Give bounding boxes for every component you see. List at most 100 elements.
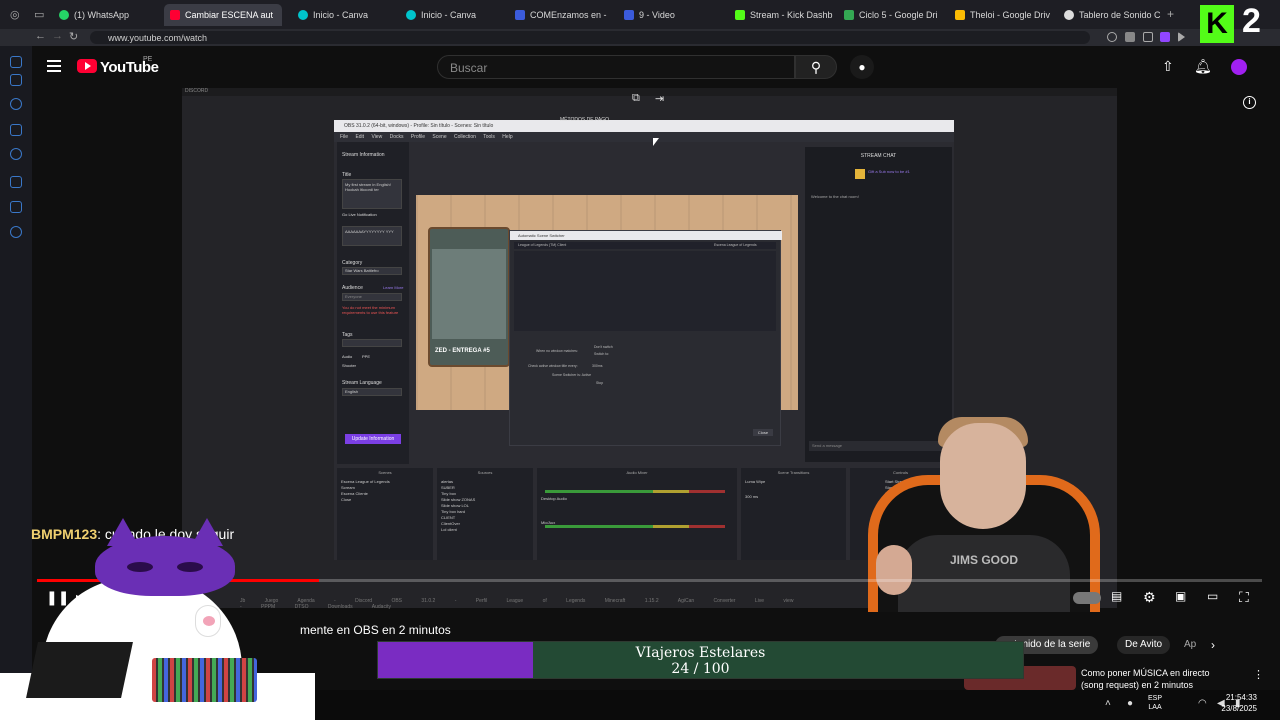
scene-item: Escena Cliente [341,491,368,496]
cat-mask [95,518,235,596]
chip-ap[interactable]: Ap [1176,636,1204,654]
drawing-tablet [26,642,133,698]
scene-switcher-dialog: Automatic Scene Switcher League of Legen… [509,230,782,446]
back-icon[interactable]: ← [35,30,46,42]
category-label: Category [342,260,363,266]
recommended-title[interactable]: Como poner MÚSICA en directo (song reque… [1081,667,1231,691]
bookmark-icon[interactable] [1125,32,1135,42]
youtube-logo-icon[interactable] [77,59,97,73]
subtitles-icon[interactable]: ▤ [1111,589,1122,603]
audience-warning: You do not meet the minimum requirements… [342,305,399,315]
tab-overview-icon[interactable]: ▭ [34,8,44,21]
forward-icon[interactable]: → [52,30,63,42]
hamburger-icon[interactable] [47,60,61,75]
source-item: Slide show ZONAS [441,497,476,502]
taskbar-item: AgiCan Converter [677,598,736,604]
canva-icon [406,10,416,20]
youtube-header: YouTube PE Buscar ⚲ ● ⇧ 🔔︎ [32,46,1280,88]
cat-paw [195,605,221,637]
zed-art [432,249,506,339]
gift-icon [855,169,865,179]
cat-eye [177,562,203,572]
taskbar-item: Downloads [327,604,353,610]
tab-label: Ciclo 5 - Google Dri [859,10,938,20]
scenes-dock: Scenes Escena League of Legends Scream E… [337,468,433,560]
audience-label: Audience [342,285,363,291]
tab-kick-dashboard[interactable]: Stream - Kick Dashb [729,4,835,26]
dock-header: Audio Mixer [626,470,648,475]
tab-google-drive-2[interactable]: Theloi - Google Driv [949,4,1057,26]
source-item: Slide show LOL [441,503,470,508]
tag-chip: PPE [362,354,371,359]
play-extension-icon[interactable] [1178,32,1185,42]
chip-de-avito[interactable]: De Avito [1117,636,1171,654]
info-icon[interactable]: i [1243,96,1256,109]
reload-icon[interactable]: ↻ [69,30,78,43]
autoplay-toggle[interactable] [1073,592,1101,604]
transition-duration: 300 ms [745,494,759,499]
avatar[interactable] [1231,59,1247,75]
tab-whatsapp[interactable]: (1) WhatsApp [53,4,161,26]
music-icon[interactable] [10,98,22,110]
tab-cambiar-escena[interactable]: Cambiar ESCENA aut [164,4,282,26]
popout-icon[interactable]: ⧉ [632,92,640,105]
fullscreen-icon[interactable]: ⛶ [1239,589,1249,606]
tab-video[interactable]: 9 - Video [618,4,724,26]
drive-icon [844,10,854,20]
title-label: Title [342,172,352,178]
clock-date: 23/8/2025 [1221,704,1257,713]
miniplayer-icon[interactable]: ▣ [1175,589,1186,603]
clock[interactable]: 21:54:33 23/8/2025 [1203,692,1257,714]
dock-header: Scenes [378,470,392,475]
bell-icon[interactable]: 🔔︎ [1194,58,1212,75]
instagram-icon[interactable] [10,74,22,86]
language-indicator[interactable]: ESP LAA [1148,694,1162,712]
search-icon: ⚲ [810,59,822,75]
mic-tray-icon[interactable]: ● [1127,698,1133,709]
more-options-icon[interactable]: ⋮ [1253,668,1264,681]
scene-item: Close [341,497,352,502]
screenshot-icon[interactable] [1143,32,1153,42]
taskbar-item: League of Legends [506,598,586,604]
tab-search-icon[interactable]: ◎ [10,8,20,21]
tab-label: Theloi - Google Driv [970,10,1051,20]
tab-tablero-sonido[interactable]: Tablero de Sonido C [1058,4,1162,26]
tab-comenzamos[interactable]: COMEnzamos en - [509,4,615,26]
tab-google-drive-1[interactable]: Ciclo 5 - Google Dri [838,4,946,26]
tab-canva-2[interactable]: Inicio - Canva [400,4,505,26]
obs-titlebar: OBS 31.0.2 (64-bit, windows) - Profile: … [334,120,954,132]
settings-icon[interactable] [10,226,22,238]
tab-canva-1[interactable]: Inicio - Canva [292,4,396,26]
new-tab-button[interactable]: + [1167,7,1174,21]
chat-welcome: Welcome to the chat room! [811,194,859,199]
chevron-right-icon[interactable]: › [1211,638,1215,652]
url-field[interactable]: www.youtube.com/watch [90,31,1090,44]
viewer-count: 2 [1242,2,1261,40]
settings-icon[interactable]: ⚙ [1143,589,1156,606]
twitter-icon[interactable] [10,124,22,136]
chat-header: STREAM CHAT [860,153,897,159]
transitions-dock: Scene Transitions Luma Wipe 300 ms [741,468,846,560]
mic-button[interactable]: ● [850,55,874,79]
extension-icon[interactable] [1107,32,1117,42]
goal-count: 24 / 100 [671,661,730,677]
rgb-keyboard [152,658,257,702]
bookmarks-icon[interactable] [10,148,22,160]
search-button[interactable]: ⚲ [795,55,837,79]
downloads-icon[interactable] [10,201,22,213]
video-title-partial: mente en OBS en 2 minutos [300,623,451,637]
twitch-extension-icon[interactable] [1160,32,1170,42]
theater-icon[interactable]: ▭ [1207,589,1218,603]
source-item: alertas [441,479,454,484]
exit-icon[interactable]: ⇥ [655,92,664,105]
history-icon[interactable] [10,176,22,188]
tray-chevron-icon[interactable]: ˄ [1105,698,1111,709]
messenger-icon[interactable] [10,56,22,68]
url-text: www.youtube.com/watch [108,32,208,43]
search-input[interactable]: Buscar [437,55,795,79]
upload-icon[interactable]: ⇧ [1162,58,1174,75]
mic-icon: ● [858,60,866,74]
windows-taskbar: ˄ ● ◠ ◀ ▮ [315,690,1280,720]
cat-eye [127,562,153,572]
tags-label: Tags [342,332,353,338]
